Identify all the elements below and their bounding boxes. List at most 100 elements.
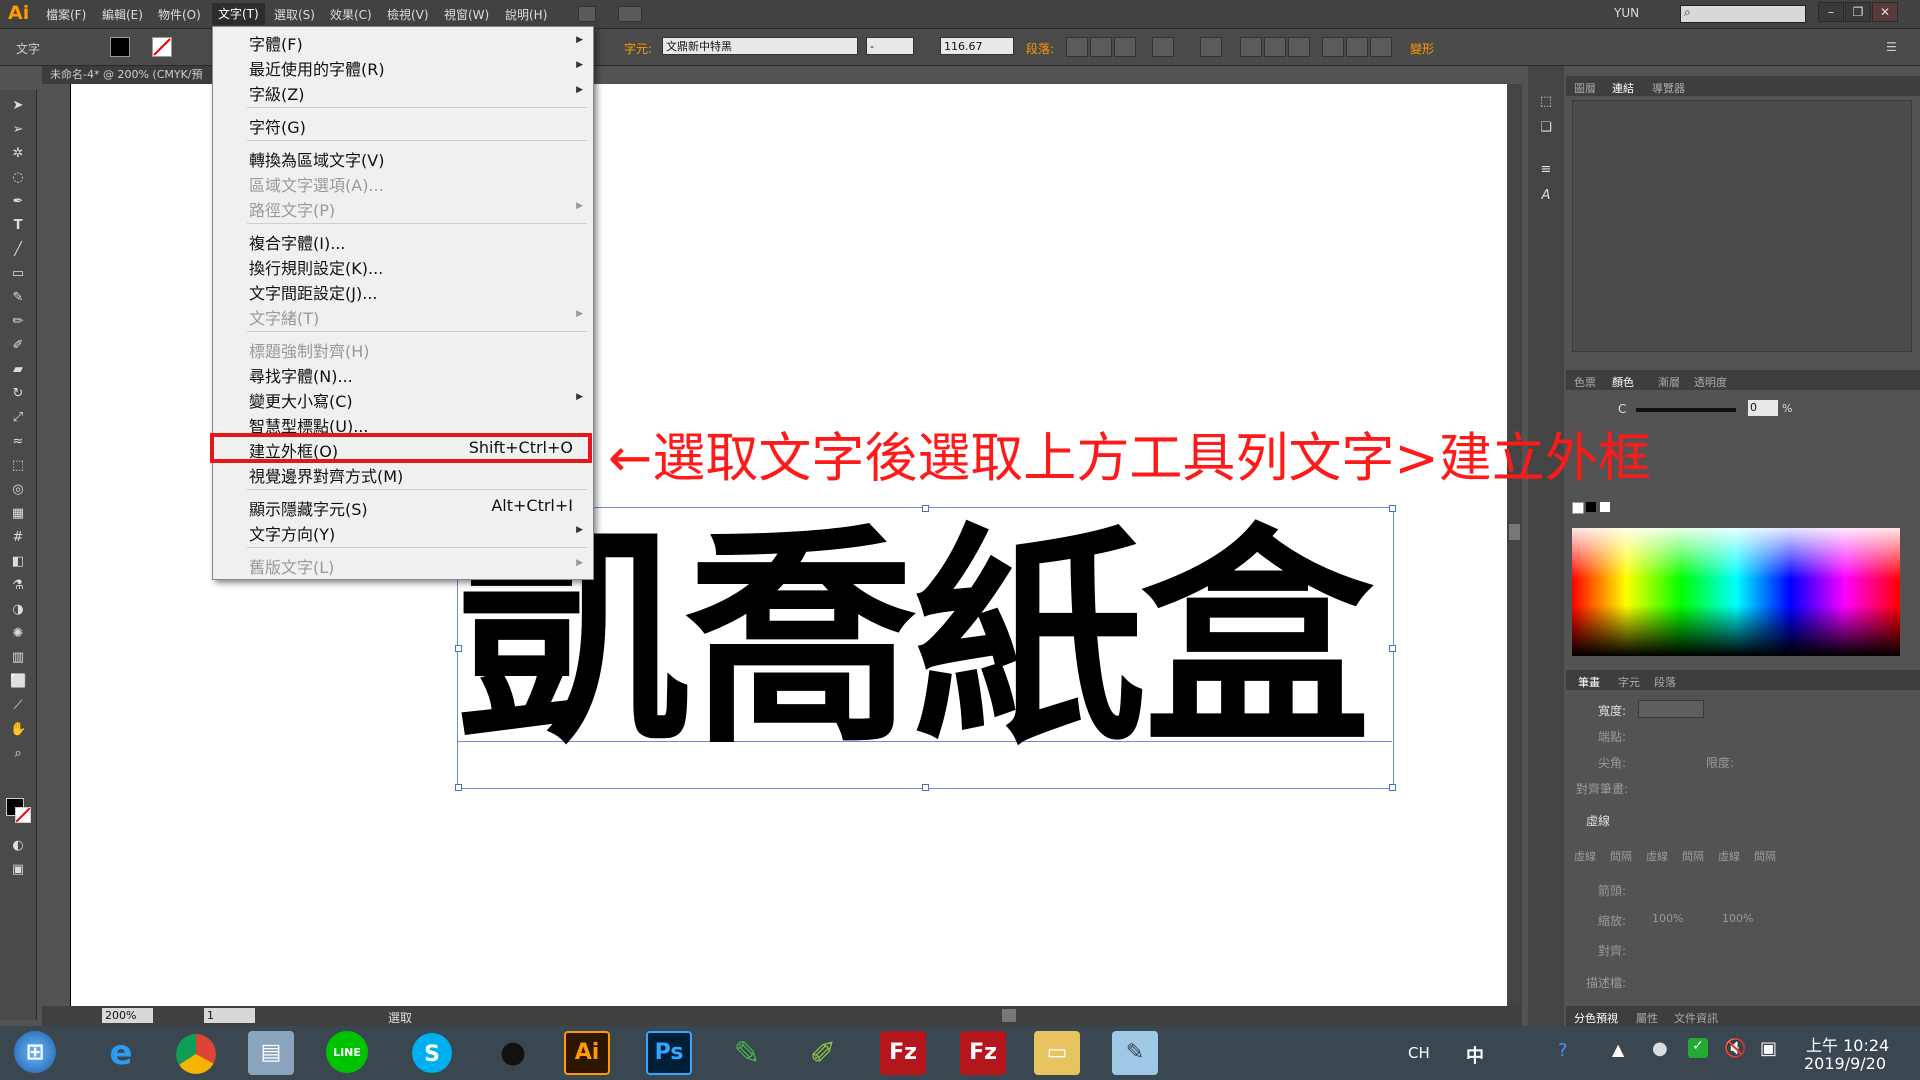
align-objects-middle-button[interactable]: [1346, 37, 1368, 57]
network-icon[interactable]: ▣: [1760, 1038, 1777, 1059]
dash-cell[interactable]: 虛線: [1718, 848, 1740, 864]
language-indicator[interactable]: CH: [1408, 1044, 1430, 1062]
screen-mode-icon[interactable]: ▣: [10, 862, 26, 878]
chrome-icon[interactable]: [176, 1034, 216, 1074]
mesh-tool-icon[interactable]: #: [10, 530, 26, 546]
menu-select[interactable]: 選取(S): [274, 6, 315, 23]
blend-tool-icon[interactable]: ◑: [10, 602, 26, 618]
menu-item-mojikumi-settings[interactable]: 文字間距設定(J)...: [249, 280, 377, 304]
scale-tool-icon[interactable]: ⤢: [10, 410, 26, 426]
line-icon[interactable]: LINE: [326, 1031, 368, 1073]
white-swatch[interactable]: [1600, 502, 1610, 512]
menu-window[interactable]: 視窗(W): [444, 6, 489, 23]
tab-swatches[interactable]: 色票: [1574, 374, 1596, 390]
align-objects-top-button[interactable]: [1322, 37, 1344, 57]
stroke-swatch[interactable]: [152, 37, 172, 57]
dash-cell[interactable]: 虛線: [1574, 848, 1596, 864]
menu-item-convert-area-type[interactable]: 轉換為區域文字(V): [249, 147, 384, 171]
vertical-scrollbar[interactable]: [1507, 84, 1522, 1006]
status-mode[interactable]: 選取: [388, 1009, 412, 1026]
menu-item-change-case[interactable]: 變更大小寫(C): [249, 388, 353, 412]
arrange-documents-icon[interactable]: [618, 6, 642, 22]
user-name[interactable]: YUN: [1614, 6, 1639, 20]
filezilla-red-icon[interactable]: Fz: [960, 1031, 1006, 1075]
volume-muted-icon[interactable]: 🔇: [1724, 1038, 1746, 1059]
align-objects-bottom-button[interactable]: [1370, 37, 1392, 57]
slice-tool-icon[interactable]: ⟋: [10, 698, 26, 714]
hand-tool-icon[interactable]: ✋: [10, 722, 26, 738]
perspective-grid-tool-icon[interactable]: ▦: [10, 506, 26, 522]
qq-tray-icon[interactable]: ●: [1652, 1038, 1668, 1059]
font-style-select[interactable]: -: [866, 37, 914, 55]
close-button[interactable]: ✕: [1872, 2, 1898, 22]
qq-icon[interactable]: ●: [490, 1031, 536, 1075]
resize-handle[interactable]: [455, 784, 462, 791]
tab-links[interactable]: 連結: [1612, 80, 1634, 96]
ime-indicator[interactable]: 中: [1466, 1042, 1484, 1068]
eraser-tool-icon[interactable]: ▰: [10, 362, 26, 378]
tab-transparency[interactable]: 透明度: [1694, 374, 1727, 390]
warp-tool-icon[interactable]: ≈: [10, 434, 26, 450]
menu-item-recent-fonts[interactable]: 最近使用的字體(R): [249, 56, 385, 80]
c-channel-slider[interactable]: [1636, 408, 1736, 412]
eyedropper-tool-icon[interactable]: ⚗: [10, 578, 26, 594]
black-swatch[interactable]: [1586, 502, 1596, 512]
photoshop-icon[interactable]: Ps: [646, 1031, 692, 1075]
menu-file[interactable]: 檔案(F): [46, 6, 86, 23]
menu-view[interactable]: 檢視(V): [387, 6, 429, 23]
scale-start-value[interactable]: 100%: [1652, 912, 1683, 925]
gradient-tool-icon[interactable]: ◧: [10, 554, 26, 570]
paragraph-label[interactable]: 段落:: [1026, 40, 1054, 57]
zoom-tool-icon[interactable]: ⌕: [10, 746, 26, 762]
artboards-panel-icon[interactable]: ⬚: [1538, 94, 1554, 110]
column-graph-tool-icon[interactable]: ▥: [10, 650, 26, 666]
direct-selection-tool-icon[interactable]: ➢: [10, 122, 26, 138]
gap-cell[interactable]: 間隔: [1754, 848, 1776, 864]
layers-panel-icon[interactable]: ❏: [1538, 120, 1554, 136]
none-swatch[interactable]: [1572, 502, 1584, 514]
pencil-tool-icon[interactable]: ✏: [10, 314, 26, 330]
tab-attributes[interactable]: 屬性: [1636, 1010, 1658, 1026]
artboard-number-field[interactable]: 1: [204, 1008, 255, 1023]
skype-icon[interactable]: S: [412, 1033, 452, 1073]
char-label[interactable]: 字元:: [624, 40, 652, 57]
magic-wand-tool-icon[interactable]: ✲: [10, 146, 26, 162]
symbol-sprayer-tool-icon[interactable]: ✺: [10, 626, 26, 642]
security-tray-icon[interactable]: ✓: [1688, 1038, 1708, 1058]
minimize-button[interactable]: –: [1818, 2, 1844, 22]
gap-cell[interactable]: 間隔: [1610, 848, 1632, 864]
transform-label[interactable]: 變形: [1410, 40, 1434, 57]
tab-gradient[interactable]: 漸層: [1658, 374, 1680, 390]
tab-separations-preview[interactable]: 分色預視: [1574, 1010, 1618, 1026]
rotate-tool-icon[interactable]: ↻: [10, 386, 26, 402]
dashed-line-label[interactable]: 虛線: [1586, 812, 1610, 829]
tab-navigator[interactable]: 導覽器: [1652, 80, 1685, 96]
coreldraw-icon[interactable]: ✎: [724, 1031, 770, 1075]
artboard-tool-icon[interactable]: ⬜: [10, 674, 26, 690]
restore-button[interactable]: ❐: [1845, 2, 1871, 22]
align-objects-center-button[interactable]: [1264, 37, 1286, 57]
tab-stroke[interactable]: 筆畫: [1578, 674, 1600, 690]
align-right-button[interactable]: [1114, 37, 1136, 57]
filezilla-blue-icon[interactable]: Fz: [880, 1031, 926, 1075]
font-family-select[interactable]: 文鼎新中特黑: [662, 37, 858, 55]
align-objects-right-button[interactable]: [1288, 37, 1310, 57]
pen-tool-icon[interactable]: ✒: [10, 194, 26, 210]
c-channel-value[interactable]: 0: [1748, 400, 1778, 416]
tab-document-info[interactable]: 文件資訊: [1674, 1010, 1718, 1026]
h-scroll-thumb[interactable]: [1002, 1009, 1016, 1022]
canvas-text[interactable]: 凱喬紙盒: [457, 500, 1392, 780]
tab-character[interactable]: 字元: [1618, 674, 1640, 690]
align-panel-icon[interactable]: ≡: [1538, 162, 1554, 178]
font-size-input[interactable]: 116.67: [940, 37, 1014, 55]
menu-item-type-orientation[interactable]: 文字方向(Y): [249, 521, 335, 545]
menu-item-size[interactable]: 字級(Z): [249, 81, 304, 105]
menu-item-font[interactable]: 字體(F): [249, 31, 303, 55]
free-transform-tool-icon[interactable]: ⬚: [10, 458, 26, 474]
resize-handle[interactable]: [922, 784, 929, 791]
glyph-grid-button[interactable]: [1152, 37, 1174, 57]
document-tab[interactable]: 未命名-4* @ 200% (CMYK/預: [42, 66, 220, 84]
help-icon[interactable]: ?: [1558, 1040, 1568, 1061]
clock-date[interactable]: 2019/9/20: [1804, 1054, 1886, 1073]
menu-item-kinsoku-settings[interactable]: 換行規則設定(K)...: [249, 255, 383, 279]
